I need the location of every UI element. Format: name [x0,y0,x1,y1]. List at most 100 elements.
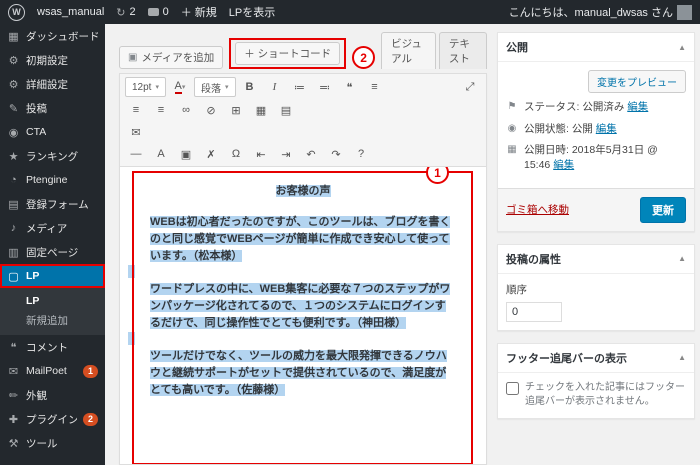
editor-box: 12pt ▾ A ▾ 段落 ▾ BI≔≕❝≡ ⤢ [119,73,487,465]
help-button[interactable]: ? [350,145,372,163]
post-attributes-header[interactable]: 投稿の属性 ▲ [498,245,694,274]
analytics-icon: ◔ [7,174,20,186]
numbered-list-button[interactable]: ≕ [314,78,336,96]
annotation-circle-2: 2 [352,46,375,69]
sidebar-item-plugins[interactable]: ✚ プラグイン 2 [0,407,105,431]
chevron-down-icon: ▾ [155,83,159,91]
sidebar-item-advanced-settings[interactable]: ⚙ 詳細設定 [0,72,105,96]
align-right-button[interactable]: ≡ [150,101,172,119]
sidebar-item-media[interactable]: ♪ メディア [0,216,105,240]
submenu-item-add-new[interactable]: 新規追加 [0,310,105,331]
footer-bar-header[interactable]: フッター追尾バーの表示 ▲ [498,344,694,373]
fullscreen-button[interactable]: ⤢ [459,78,481,96]
post-attributes-panel: 投稿の属性 ▲ 順序 [497,244,695,331]
text-color-button[interactable]: A ▾ [169,78,191,96]
clear-format-button[interactable]: ✗ [200,145,222,163]
indent-button[interactable]: ⇥ [275,145,297,163]
link-button[interactable]: ∞ [175,101,197,119]
bullet-list-button[interactable]: ≔ [289,78,311,96]
align-center-button[interactable]: ≡ [364,78,386,96]
blockquote-button[interactable]: ❝ [339,78,361,96]
italic-button[interactable]: I [264,78,286,96]
editor-text: お客様の声 WEBは初心者だったのですが、このツールは、ブログを書くのと同じ感覚… [120,173,486,399]
paragraph-format-select[interactable]: 段落 ▾ [194,77,236,97]
admin-bar: W wsas_manual ↻ 2 0 ＋ 新規 LPを表示 こんにちは、man… [0,0,700,24]
site-name-link[interactable]: wsas_manual [37,6,104,18]
sidebar-item-posts[interactable]: ✎ 投稿 [0,96,105,120]
order-input[interactable] [506,302,562,322]
editor-mode-tabs: ビジュアル テキスト [381,32,487,69]
footer-bar-panel: フッター追尾バーの表示 ▲ チェックを入れた記事にはフッター追尾バーが表示されま… [497,343,695,419]
move-to-trash-link[interactable]: ゴミ箱へ移動 [506,202,569,217]
envelope-icon: ✉ [7,365,20,378]
updates-link[interactable]: ↻ 2 [116,6,135,19]
shortcode-button[interactable]: ＋ ショートコード [235,42,340,65]
avatar [677,5,692,20]
wp-logo-menu[interactable]: W [8,4,25,21]
wordpress-logo-icon: W [8,4,25,21]
footer-bar-title: フッター追尾バーの表示 [506,350,627,366]
mail-shortcode-button[interactable]: ✉ [125,123,147,141]
collapse-icon[interactable]: ▲ [678,353,686,362]
sidebar-item-lp[interactable]: ▢ LP [0,264,105,288]
sidebar-item-dashboard[interactable]: ▦ ダッシュボード [0,24,105,48]
edit-status-link[interactable]: 編集 [627,101,648,113]
comment-bubble-icon [148,8,159,16]
sidebar-item-mailpoet[interactable]: ✉ MailPoet 1 [0,359,105,383]
submenu-item-lp[interactable]: LP [0,292,105,310]
underline-color-button[interactable]: A [150,145,172,163]
sidebar-item-ptengine[interactable]: ◔ Ptengine [0,168,105,192]
empty-selected-line [150,265,456,281]
sidebar-item-ranking[interactable]: ★ ランキング [0,144,105,168]
sidebar-item-cta[interactable]: ◉ CTA [0,120,105,144]
bold-button[interactable]: B [239,78,261,96]
page-break-button[interactable]: ▤ [275,101,297,119]
sidebar-item-pages[interactable]: ▥ 固定ページ [0,240,105,264]
toolbar-group-format: BI≔≕❝≡ [239,78,386,96]
publish-panel-body: 変更をプレビュー ⚑ ステータス: 公開済み 編集 ◉ 公開状態: 公開 編集 … [498,62,694,188]
tab-text[interactable]: テキスト [439,32,487,69]
site-name-label: wsas_manual [37,6,104,18]
sidebar-item-registration-form[interactable]: ▤ 登録フォーム [0,192,105,216]
publish-panel-header[interactable]: 公開 ▲ [498,33,694,62]
content-title: お客様の声 [150,183,456,200]
table-button[interactable]: ⊞ [225,101,247,119]
gear-icon: ⚙ [7,54,20,67]
tools-icon: ⚒ [7,437,20,450]
tab-visual[interactable]: ビジュアル [381,32,436,69]
footer-bar-checkbox[interactable] [506,382,519,395]
font-size-select[interactable]: 12pt ▾ [125,77,166,97]
new-content-menu[interactable]: ＋ 新規 [181,4,217,20]
preview-changes-button[interactable]: 変更をプレビュー [588,70,686,93]
toolbar-row-mail: ✉ [123,121,483,143]
page-icon: ▥ [7,246,20,259]
undo-button[interactable]: ↶ [300,145,322,163]
hr-button[interactable]: — [125,145,147,163]
sidebar-item-tools[interactable]: ⚒ ツール [0,431,105,455]
outdent-button[interactable]: ⇤ [250,145,272,163]
edit-date-link[interactable]: 編集 [553,159,574,171]
editor-content-area[interactable]: 1 お客様の声 WEBは初心者だったのですが、このツールは、ブログを書くのと同じ… [120,167,486,464]
account-menu[interactable]: こんにちは、manual_dwsas さん [509,4,692,20]
target-icon: ◉ [7,126,20,139]
special-char-button[interactable]: Ω [225,145,247,163]
update-button[interactable]: 更新 [640,197,686,223]
collapse-icon[interactable]: ▲ [678,43,686,52]
sidebar-item-comments[interactable]: ❝ コメント [0,335,105,359]
comments-link[interactable]: 0 [148,6,169,18]
collapse-icon[interactable]: ▲ [678,254,686,263]
grid-button[interactable]: ▦ [250,101,272,119]
admin-sidebar: ▦ ダッシュボード ⚙ 初期設定 ⚙ 詳細設定 ✎ 投稿 ◉ CTA ★ ランキ… [0,24,105,465]
sidebar-item-appearance[interactable]: ✏ 外観 [0,383,105,407]
sidebar-item-initial-settings[interactable]: ⚙ 初期設定 [0,48,105,72]
view-lp-link[interactable]: LPを表示 [229,4,275,20]
add-media-button[interactable]: ▣ メディアを追加 [119,46,223,69]
publish-panel-title: 公開 [506,39,528,55]
paste-text-button[interactable]: ▣ [175,145,197,163]
align-left-button[interactable]: ≡ [125,101,147,119]
edit-visibility-link[interactable]: 編集 [596,123,617,135]
pencil-icon: ✎ [7,102,20,115]
unlink-button[interactable]: ⊘ [200,101,222,119]
redo-button[interactable]: ↷ [325,145,347,163]
footer-bar-body: チェックを入れた記事にはフッター追尾バーが表示されません。 [498,373,694,418]
